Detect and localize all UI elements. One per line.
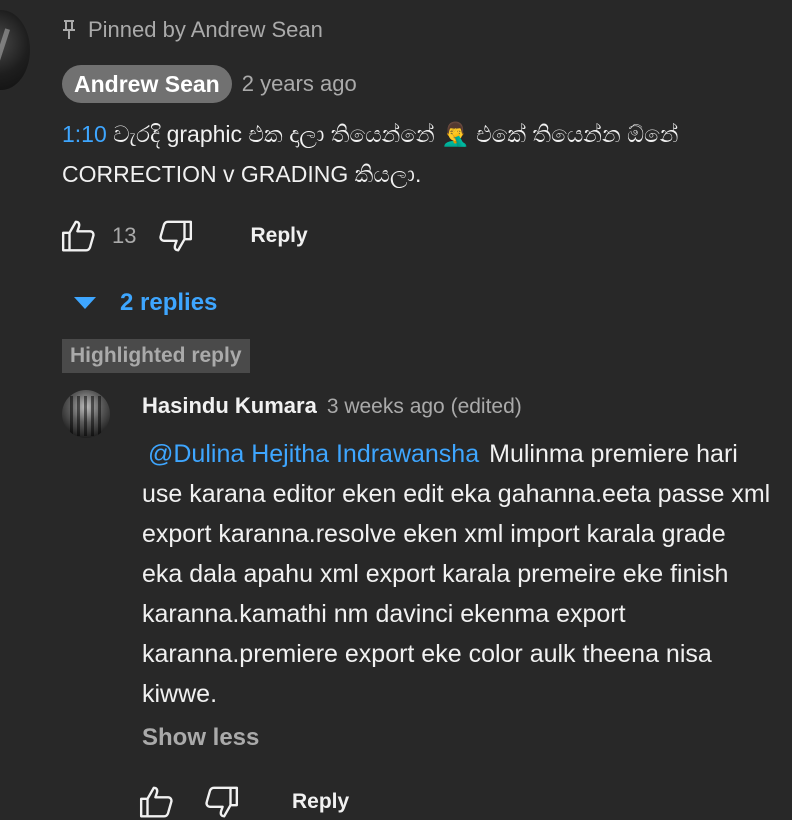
like-button[interactable]	[60, 217, 98, 255]
highlighted-reply-badge: Highlighted reply	[62, 339, 250, 373]
mention-link[interactable]: @Dulina Hejitha Indrawansha	[142, 440, 489, 468]
thumbs-up-icon	[139, 786, 173, 818]
comment-actions: 13 Reply	[60, 214, 308, 258]
pin-icon	[62, 19, 76, 41]
avatar[interactable]	[0, 10, 30, 90]
reply-body: Mulinma premiere hari use karana editor …	[142, 440, 771, 708]
comment-header: Andrew Sean 2 years ago	[62, 64, 357, 104]
reply-text: @Dulina Hejitha Indrawansha Mulinma premi…	[142, 434, 772, 714]
reply-header: Hasindu Kumara 3 weeks ago (edited)	[142, 393, 522, 419]
dislike-button[interactable]	[156, 217, 194, 255]
comment-body: වැරදි graphic එක දාලා තියෙන්නේ 🤦‍♂️ එකේ …	[62, 121, 679, 187]
reply-avatar[interactable]	[62, 390, 110, 438]
comment-text: 1:10 වැරදි graphic එක දාලා තියෙන්නේ 🤦‍♂️…	[62, 114, 762, 194]
reply-time[interactable]: 3 weeks ago (edited)	[327, 395, 522, 419]
timestamp-link[interactable]: 1:10	[62, 121, 107, 147]
pinned-text: Pinned by Andrew Sean	[88, 17, 323, 42]
reply-author[interactable]: Hasindu Kumara	[142, 393, 317, 419]
thumbs-up-icon	[61, 220, 95, 252]
comment-thread: Pinned by Andrew Sean Andrew Sean 2 year…	[0, 0, 792, 820]
replies-toggle[interactable]: 2 replies	[74, 284, 217, 322]
pinned-label: Pinned by Andrew Sean	[62, 14, 323, 46]
replies-count: 2 replies	[120, 289, 218, 316]
like-count: 13	[112, 223, 137, 248]
comment-author-chip[interactable]: Andrew Sean	[62, 65, 232, 103]
thumbs-down-icon	[205, 786, 239, 818]
reply-reply-button[interactable]: Reply	[292, 790, 349, 814]
reply-like-button[interactable]	[138, 783, 176, 820]
caret-down-icon	[74, 297, 96, 309]
comment-time[interactable]: 2 years ago	[242, 71, 357, 97]
reply-actions: Reply	[138, 780, 349, 820]
reply-button[interactable]: Reply	[250, 224, 307, 248]
reply-dislike-button[interactable]	[202, 783, 240, 820]
thumbs-down-icon	[159, 220, 193, 252]
show-less-button[interactable]: Show less	[142, 724, 259, 752]
